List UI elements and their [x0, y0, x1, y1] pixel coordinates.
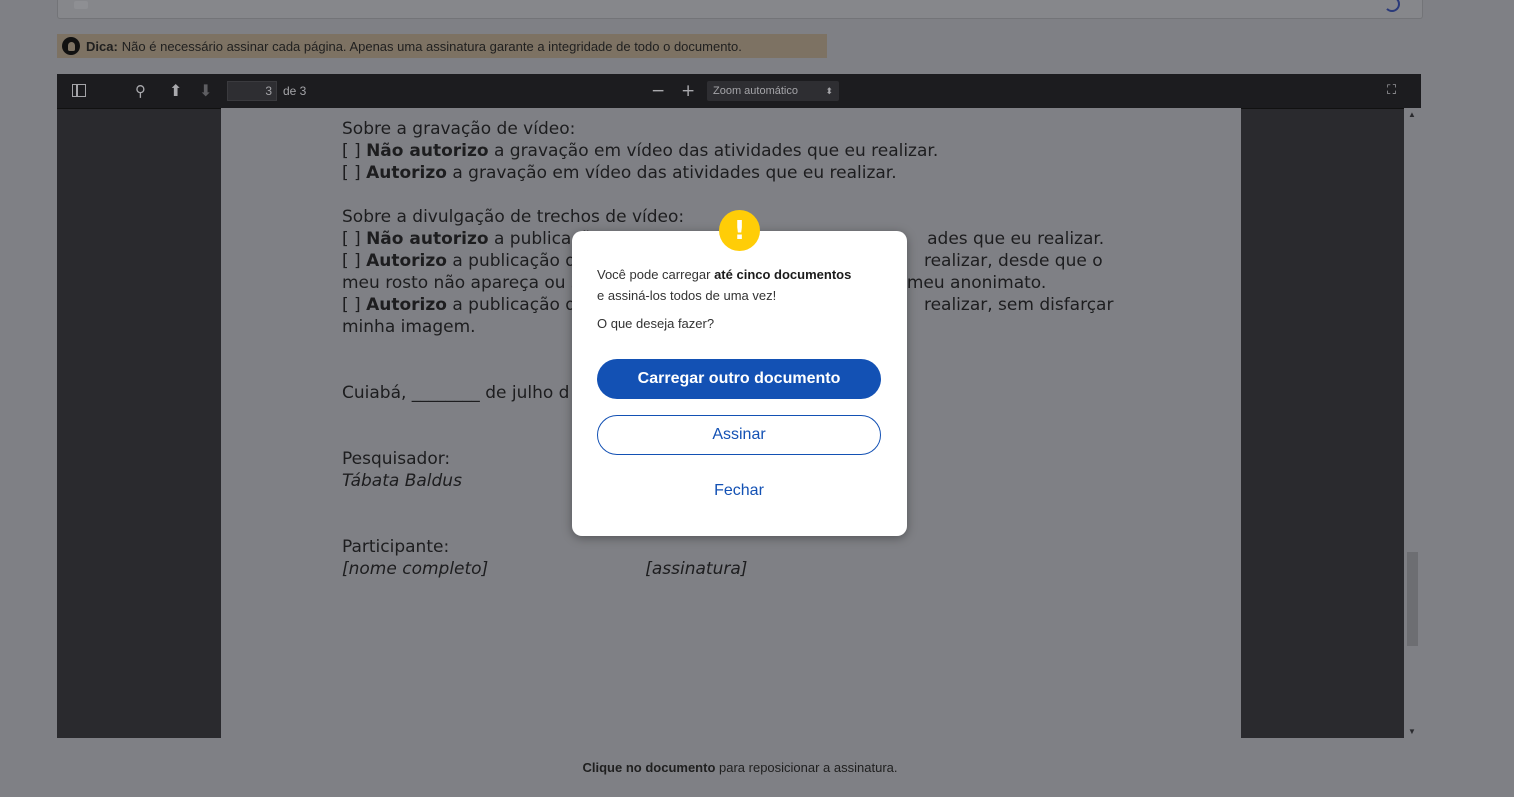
upload-card: [57, 0, 1423, 19]
doc-line: Participante:: [342, 537, 450, 557]
doc-line: Sobre a gravação de vídeo:: [342, 119, 576, 139]
zoom-value: Zoom automático: [713, 85, 798, 97]
tip-text: Não é necessário assinar cada página. Ap…: [121, 38, 742, 54]
upload-more-dialog: Você pode carregar até cinco documentos …: [572, 231, 907, 536]
tip-banner: Dica: Não é necessário assinar cada pági…: [57, 34, 827, 58]
doc-line: [ ] Não autorizo a gravação em vídeo das…: [342, 141, 939, 161]
loading-icon: [1384, 0, 1400, 12]
fullscreen-icon[interactable]: ⛶: [1387, 82, 1396, 100]
zoom-out-button[interactable]: −: [651, 82, 665, 100]
dialog-message: Você pode carregar até cinco documentos …: [597, 267, 852, 303]
doc-line: [nome completo] [assinatura]: [342, 559, 748, 579]
scroll-down-icon[interactable]: ▼: [1408, 727, 1416, 736]
tip-label: Dica:: [86, 38, 118, 54]
zoom-select[interactable]: Zoom automático ⬍: [707, 81, 839, 101]
lightbulb-icon: [62, 37, 80, 55]
zoom-in-button[interactable]: +: [681, 82, 695, 100]
pdf-toolbar: ⚲ ⬆ ⬇ 3 de 3 − + Zoom automático ⬍ ⛶: [57, 74, 1421, 109]
doc-line: Sobre a divulgação de trechos de vídeo:: [342, 207, 685, 227]
warning-icon: !: [719, 210, 760, 251]
scrollbar[interactable]: ▲ ▼: [1404, 108, 1421, 738]
reposition-hint: Clique no documento para reposicionar a …: [582, 760, 898, 775]
next-page-icon: ⬇: [199, 81, 213, 100]
previous-page-icon[interactable]: ⬆: [169, 82, 182, 100]
card-icon: [74, 1, 88, 9]
page-count: de 3: [283, 84, 307, 98]
upload-another-document-button[interactable]: Carregar outro documento: [597, 359, 881, 399]
search-icon[interactable]: ⚲: [135, 82, 146, 100]
scroll-thumb[interactable]: [1407, 552, 1418, 646]
chevron-updown-icon: ⬍: [825, 86, 833, 96]
close-button[interactable]: Fechar: [597, 471, 881, 511]
dialog-question: O que deseja fazer?: [597, 316, 715, 331]
sign-button[interactable]: Assinar: [597, 415, 881, 455]
doc-line: [ ] Autorizo a gravação em vídeo das ati…: [342, 163, 897, 183]
page-number-input[interactable]: 3: [227, 81, 277, 101]
scroll-up-icon[interactable]: ▲: [1408, 110, 1416, 119]
sidebar-toggle-icon[interactable]: [72, 84, 86, 97]
